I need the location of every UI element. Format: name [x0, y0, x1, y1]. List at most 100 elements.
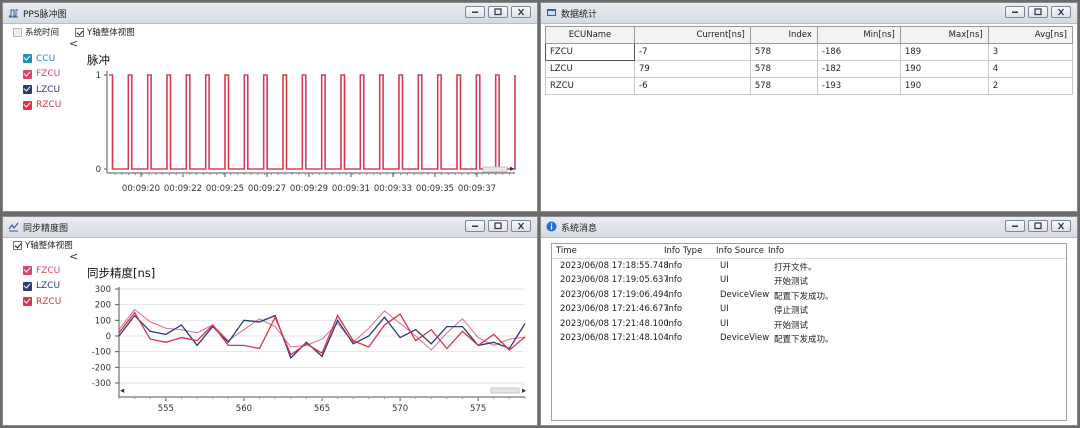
table-cell[interactable]: 190: [899, 77, 989, 95]
minimize-button[interactable]: [465, 220, 485, 232]
pps-panel: PPS脉冲图 系统时间 Y轴整体视图 < CCU FZCU LZCU RZCU …: [2, 2, 538, 212]
legend-checkbox[interactable]: [23, 100, 32, 110]
y-overall-option[interactable]: Y轴整体视图: [13, 239, 73, 251]
message-source: UI: [720, 318, 729, 329]
table-cell[interactable]: 4: [987, 60, 1074, 78]
y-overall-checkbox[interactable]: [13, 240, 22, 250]
legend-label: FZCU: [36, 69, 61, 80]
messages-header: Time Info Type Info Source Info: [552, 244, 1066, 259]
pulse-chart-icon: [9, 9, 18, 18]
y-tick-label: 100: [95, 316, 111, 326]
legend-checkbox[interactable]: [23, 85, 32, 95]
sync-chart-title: 同步精度[ns]: [87, 266, 156, 280]
close-button[interactable]: [511, 6, 531, 18]
collapse-legend-arrow[interactable]: <: [69, 250, 78, 263]
minimize-button[interactable]: [465, 6, 485, 18]
list-item[interactable]: 2023/06/08 17:21:48.100 Info UI 开始测试: [552, 317, 1066, 331]
maximize-icon: [494, 222, 502, 230]
messages-titlebar: 系统消息: [541, 217, 1077, 238]
x-tick-label: 575: [470, 404, 486, 414]
maximize-button[interactable]: [1028, 220, 1048, 232]
x-tick-label: 00:09:27: [248, 184, 286, 194]
legend-item-lzcu[interactable]: LZCU: [23, 82, 61, 98]
legend-item-fzcu[interactable]: FZCU: [23, 67, 61, 83]
col-header-info[interactable]: Info: [768, 246, 784, 256]
y-overall-label: Y轴整体视图: [25, 241, 73, 251]
close-icon: [518, 222, 524, 230]
table-cell[interactable]: 3: [987, 43, 1074, 61]
minimize-button[interactable]: [1005, 6, 1025, 18]
x-tick-label: 570: [392, 404, 408, 414]
table-cell[interactable]: -193: [816, 77, 901, 95]
table-row[interactable]: LZCU 79 578 -182 190 4: [545, 60, 1074, 78]
maximize-button[interactable]: [488, 6, 508, 18]
collapse-legend-arrow[interactable]: <: [69, 37, 78, 50]
col-header-max[interactable]: Max[ns]: [899, 26, 989, 44]
table-row[interactable]: RZCU -6 578 -193 190 2: [545, 77, 1074, 95]
x-tick-label: 560: [236, 404, 252, 414]
y-tick-label: 1: [96, 71, 101, 81]
series-rzcu: [109, 74, 516, 170]
col-header-info-type[interactable]: Info Type: [664, 246, 702, 256]
minimize-button[interactable]: [1005, 220, 1025, 232]
table-cell[interactable]: -6: [634, 77, 751, 95]
y-overall-option[interactable]: Y轴整体视图: [75, 26, 135, 38]
legend-item-rzcu[interactable]: RZCU: [23, 294, 61, 310]
legend-checkbox[interactable]: [23, 297, 32, 307]
table-cell[interactable]: 189: [899, 43, 989, 61]
table-row[interactable]: FZCU -7 578 -186 189 3: [545, 43, 1074, 61]
close-button[interactable]: [511, 220, 531, 232]
messages-list[interactable]: Time Info Type Info Source Info 2023/06/…: [551, 243, 1067, 421]
close-button[interactable]: [1051, 220, 1071, 232]
list-item[interactable]: 2023/06/08 17:19:05.637 Info UI 开始测试: [552, 273, 1066, 287]
messages-title: 系统消息: [561, 224, 598, 234]
legend-checkbox[interactable]: [23, 69, 32, 79]
table-cell[interactable]: 79: [634, 60, 751, 78]
table-cell[interactable]: -7: [634, 43, 751, 61]
x-tick-label: 00:09:20: [122, 184, 160, 194]
table-cell[interactable]: 578: [749, 60, 818, 78]
maximize-icon: [1034, 222, 1042, 230]
table-cell[interactable]: -182: [816, 60, 901, 78]
y-tick-label: -300: [92, 379, 111, 389]
table-cell[interactable]: RZCU: [545, 77, 635, 95]
list-item[interactable]: 2023/06/08 17:18:55.748 Info UI 打开文件。: [552, 259, 1066, 273]
legend-checkbox[interactable]: [23, 266, 32, 276]
y-overall-checkbox[interactable]: [75, 27, 84, 37]
maximize-button[interactable]: [488, 220, 508, 232]
legend-item-fzcu[interactable]: FZCU: [23, 263, 61, 279]
message-type: Info: [666, 261, 683, 271]
table-cell[interactable]: LZCU: [545, 60, 635, 78]
col-header-ecuname[interactable]: ECUName: [545, 26, 635, 44]
table-cell[interactable]: FZCU: [545, 43, 635, 61]
system-time-label: 系统时间: [25, 28, 60, 38]
table-cell[interactable]: 578: [749, 77, 818, 95]
legend-checkbox[interactable]: [23, 54, 32, 64]
message-text: 配置下发成功。: [774, 291, 834, 302]
col-header-info-source[interactable]: Info Source: [716, 246, 764, 256]
legend-item-rzcu[interactable]: RZCU: [23, 98, 61, 114]
table-cell[interactable]: 578: [749, 43, 818, 61]
col-header-min[interactable]: Min[ns]: [816, 26, 901, 44]
close-button[interactable]: [1051, 6, 1071, 18]
table-cell[interactable]: 190: [899, 60, 989, 78]
col-header-time[interactable]: Time: [556, 246, 577, 256]
list-item[interactable]: 2023/06/08 17:21:48.104 Info DeviceView …: [552, 331, 1066, 345]
maximize-button[interactable]: [1028, 6, 1048, 18]
system-time-option[interactable]: 系统时间: [13, 26, 59, 38]
system-time-checkbox[interactable]: [13, 27, 22, 37]
list-item[interactable]: 2023/06/08 17:21:46.677 Info UI 停止测试: [552, 302, 1066, 316]
message-source: UI: [720, 275, 729, 286]
legend-item-ccu[interactable]: CCU: [23, 51, 61, 67]
message-time: 2023/06/08 17:18:55.748: [560, 261, 669, 271]
message-type: Info: [666, 318, 683, 329]
legend-item-lzcu[interactable]: LZCU: [23, 279, 61, 295]
table-cell[interactable]: -186: [816, 43, 901, 61]
legend-checkbox[interactable]: [23, 281, 32, 291]
col-header-index[interactable]: Index: [749, 26, 818, 44]
table-cell[interactable]: 2: [987, 77, 1074, 95]
list-item[interactable]: 2023/06/08 17:19:06.494 Info DeviceView …: [552, 288, 1066, 302]
col-header-current[interactable]: Current[ns]: [634, 26, 751, 44]
stats-panel: 数据统计 ECUName Current[ns] Index Min[ns] M…: [540, 2, 1078, 212]
col-header-avg[interactable]: Avg[ns]: [987, 26, 1074, 44]
